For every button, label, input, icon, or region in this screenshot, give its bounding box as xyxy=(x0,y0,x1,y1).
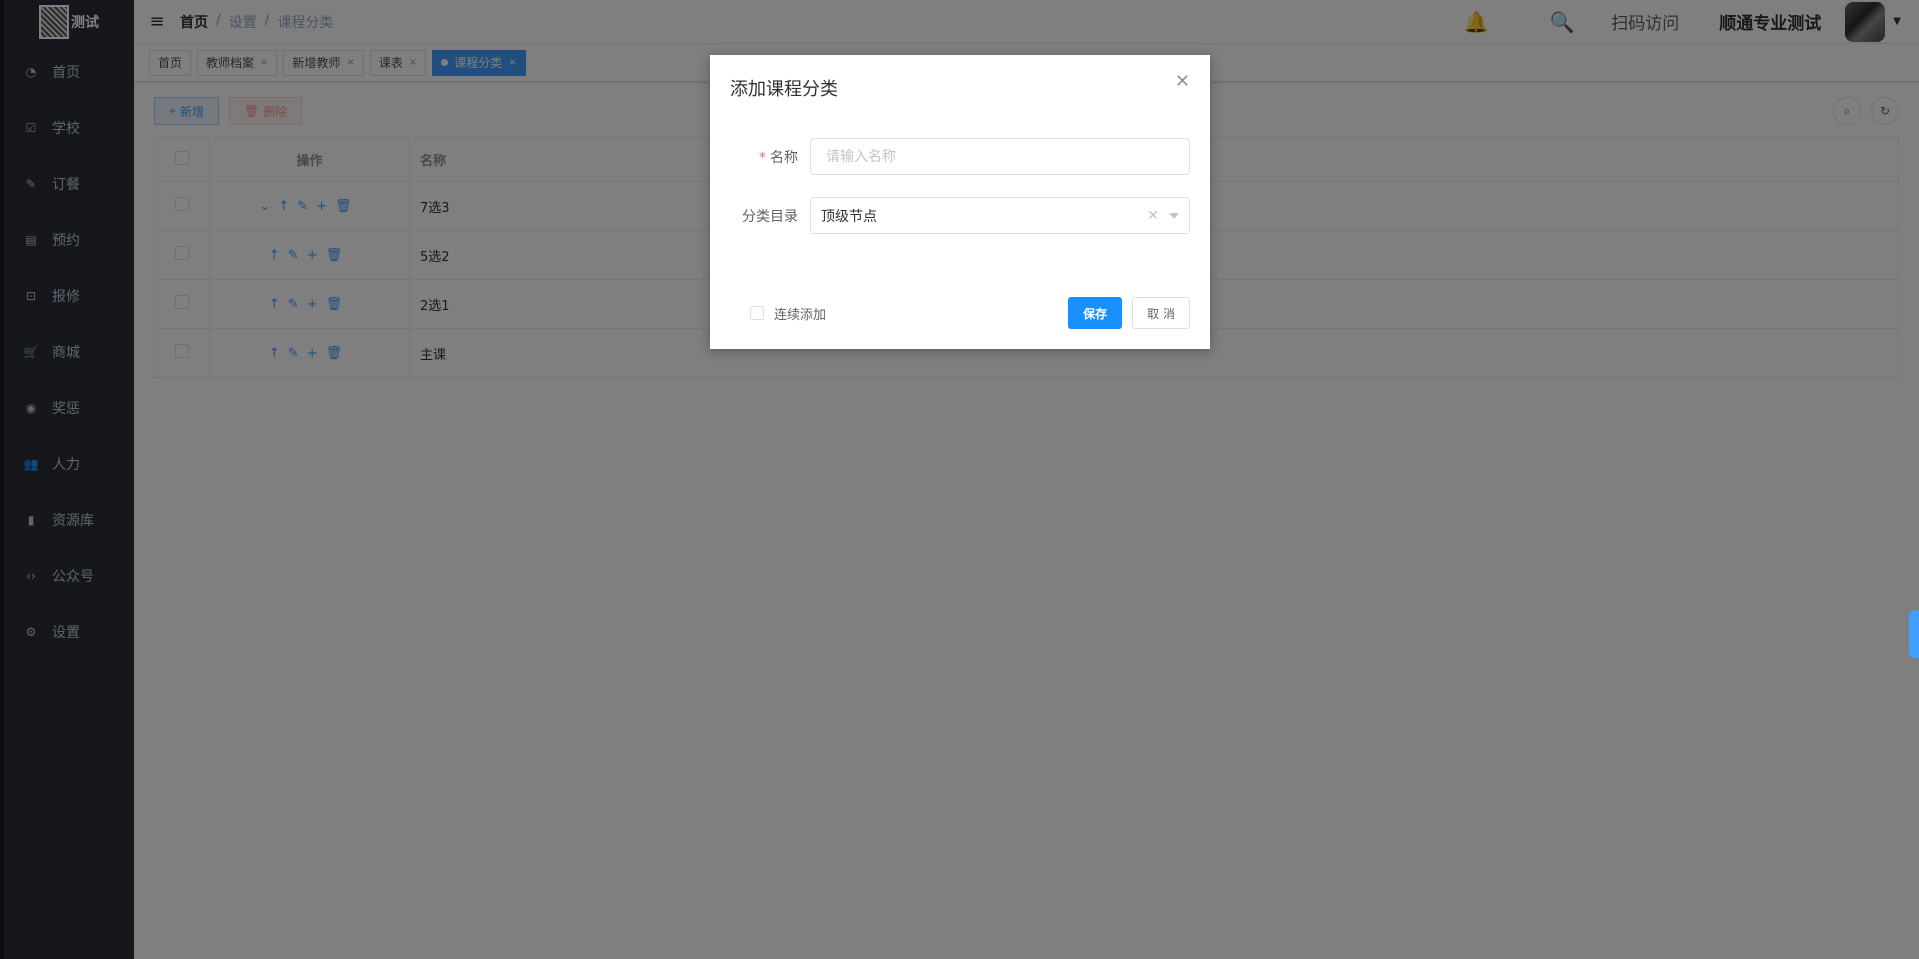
cancel-button[interactable]: 取 消 xyxy=(1132,297,1190,329)
name-form-row: * 名称 xyxy=(730,138,1190,175)
category-select[interactable]: 顶级节点 ✕ xyxy=(810,197,1190,234)
dialog-footer: 连续添加 保存 取 消 xyxy=(730,297,1190,329)
category-form-row: 分类目录 顶级节点 ✕ xyxy=(730,197,1190,234)
dialog-title: 添加课程分类 xyxy=(730,79,838,100)
name-label: * 名称 xyxy=(730,147,810,167)
required-mark: * xyxy=(759,149,766,166)
add-category-dialog: 添加课程分类 ✕ *名称 分类目录 顶级节点 ✕ 连续添加 保存 取 消 xyxy=(710,55,1210,349)
clear-icon[interactable]: ✕ xyxy=(1147,208,1159,224)
save-button[interactable]: 保存 xyxy=(1068,297,1123,329)
name-input[interactable] xyxy=(810,138,1190,175)
settings-drawer-handle[interactable] xyxy=(1909,610,1919,658)
caret-down-icon xyxy=(1169,212,1179,219)
continuous-add-checkbox[interactable]: 连续添加 xyxy=(750,304,826,323)
name-label-text: 名称 xyxy=(770,149,798,166)
close-icon[interactable]: ✕ xyxy=(1175,71,1190,92)
category-select-value: 顶级节点 xyxy=(821,208,877,225)
checkbox-box[interactable] xyxy=(750,306,764,320)
continuous-add-label: 连续添加 xyxy=(774,307,827,323)
category-label: 分类目录 xyxy=(742,208,798,225)
